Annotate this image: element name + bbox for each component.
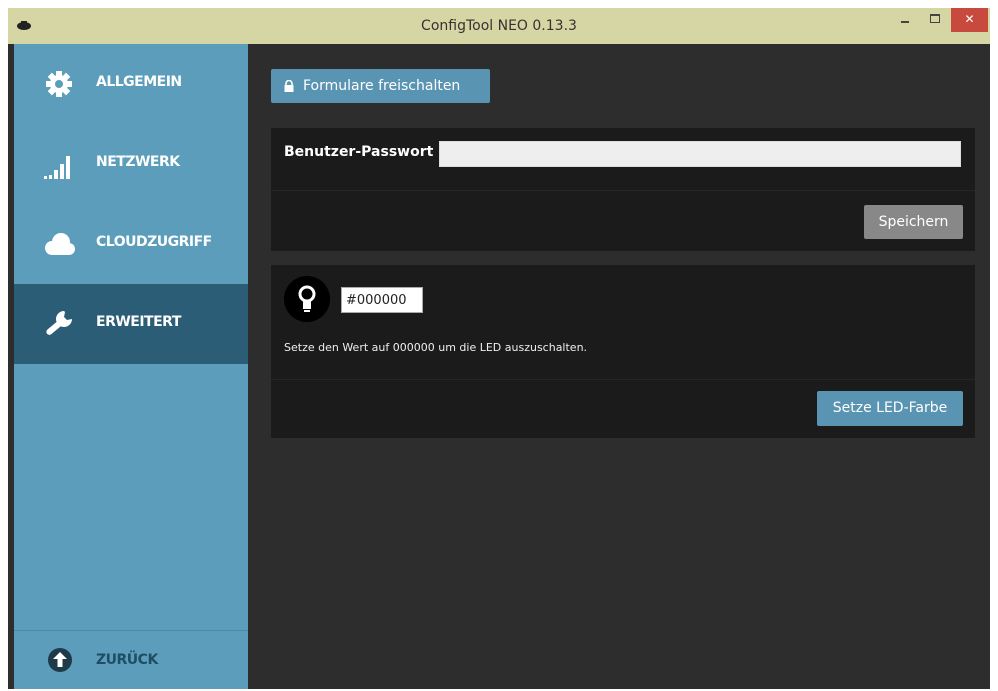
divider [271, 190, 975, 191]
sidebar-item-label: ALLGEMEIN [96, 74, 182, 90]
set-led-color-button[interactable]: Setze LED-Farbe [817, 391, 963, 426]
divider [271, 379, 975, 380]
sidebar-item-cloudzugriff[interactable]: CLOUDZUGRIFF [14, 204, 248, 284]
main-content: Formulare freischalten Benutzer-Passwort… [248, 44, 990, 689]
unlock-forms-button[interactable]: Formulare freischalten [271, 69, 490, 103]
sidebar-item-label: ZURÜCK [96, 652, 158, 668]
save-button[interactable]: Speichern [864, 205, 963, 239]
window-title: ConfigTool NEO 0.13.3 [421, 18, 577, 34]
password-label: Benutzer-Passwort [284, 144, 434, 160]
sidebar-item-erweitert[interactable]: ERWEITERT [14, 284, 248, 364]
password-input[interactable] [439, 141, 961, 167]
lock-icon [284, 80, 294, 92]
sidebar-item-label: CLOUDZUGRIFF [96, 234, 212, 250]
sidebar-item-netzwerk[interactable]: NETZWERK [14, 124, 248, 204]
maximize-button[interactable] [922, 8, 948, 32]
password-panel: Benutzer-Passwort Speichern [271, 128, 975, 251]
signal-bars-icon [44, 156, 70, 179]
lightbulb-icon [284, 276, 330, 322]
sidebar-item-label: ERWEITERT [96, 314, 181, 330]
unlock-forms-label: Formulare freischalten [303, 78, 461, 94]
sidebar-back-button[interactable]: ZURÜCK [14, 630, 248, 689]
led-panel: Setze den Wert auf 000000 um die LED aus… [271, 265, 975, 438]
wrench-icon [46, 311, 72, 335]
close-button[interactable] [951, 8, 988, 32]
sidebar-item-label: NETZWERK [96, 154, 180, 170]
sidebar: ALLGEMEIN NETZWERK CLOUDZUGRIFF ERWEITER… [14, 44, 248, 689]
app-window: ConfigTool NEO 0.13.3 ALLGEMEIN [8, 8, 990, 689]
sidebar-item-allgemein[interactable]: ALLGEMEIN [14, 44, 248, 124]
title-bar[interactable]: ConfigTool NEO 0.13.3 [8, 8, 990, 44]
led-color-input[interactable] [341, 287, 423, 313]
minimize-button[interactable] [892, 8, 918, 32]
arrow-up-circle-icon [48, 648, 72, 672]
led-hint-text: Setze den Wert auf 000000 um die LED aus… [284, 341, 588, 354]
gear-icon [46, 71, 72, 97]
cloud-icon [45, 233, 75, 255]
